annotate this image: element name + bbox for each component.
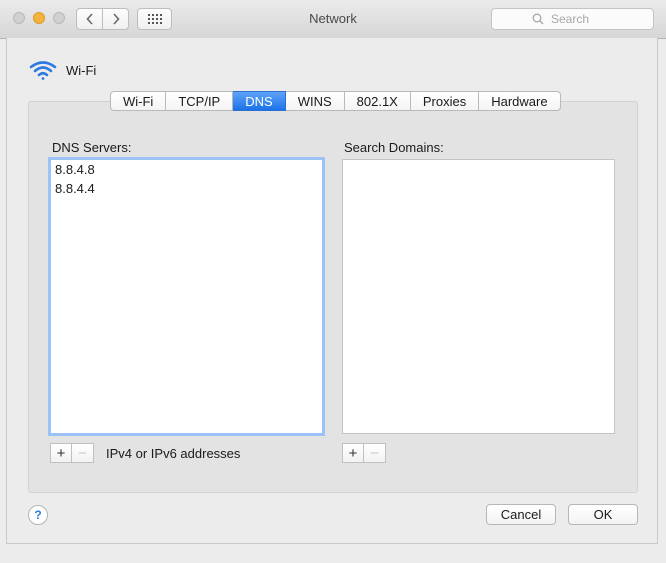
tab-hardware[interactable]: Hardware (479, 91, 560, 111)
help-button[interactable]: ? (28, 505, 48, 525)
wifi-icon (29, 60, 57, 80)
add-dns-server-button[interactable]: + (50, 443, 72, 463)
list-item[interactable]: 8.8.4.8 (51, 160, 322, 179)
dns-servers-label: DNS Servers: (52, 140, 131, 155)
search-icon (532, 13, 544, 25)
add-search-domain-button[interactable]: + (342, 443, 364, 463)
search-domains-label: Search Domains: (344, 140, 444, 155)
cancel-button[interactable]: Cancel (486, 504, 556, 525)
remove-search-domain-button[interactable]: − (364, 443, 386, 463)
search-input[interactable] (549, 11, 613, 27)
dns-servers-list[interactable]: 8.8.4.8 8.8.4.4 (48, 157, 325, 436)
tab-bar: Wi-Fi TCP/IP DNS WINS 802.1X Proxies Har… (110, 91, 561, 111)
tab-wins[interactable]: WINS (286, 91, 345, 111)
tab-8021x[interactable]: 802.1X (345, 91, 411, 111)
dns-add-remove: + − (50, 443, 94, 463)
service-header: Wi-Fi (29, 60, 96, 80)
title-bar: Network (0, 0, 666, 39)
tab-wifi[interactable]: Wi-Fi (110, 91, 166, 111)
domains-add-remove: + − (342, 443, 386, 463)
service-name: Wi-Fi (66, 63, 96, 78)
search-field[interactable] (491, 8, 654, 30)
ok-button[interactable]: OK (568, 504, 638, 525)
dns-hint: IPv4 or IPv6 addresses (106, 446, 240, 461)
tab-dns[interactable]: DNS (233, 91, 285, 111)
tab-proxies[interactable]: Proxies (411, 91, 479, 111)
remove-dns-server-button[interactable]: − (72, 443, 94, 463)
tab-tcpip[interactable]: TCP/IP (166, 91, 233, 111)
search-domains-list[interactable] (342, 159, 615, 434)
list-item[interactable]: 8.8.4.4 (51, 179, 322, 198)
